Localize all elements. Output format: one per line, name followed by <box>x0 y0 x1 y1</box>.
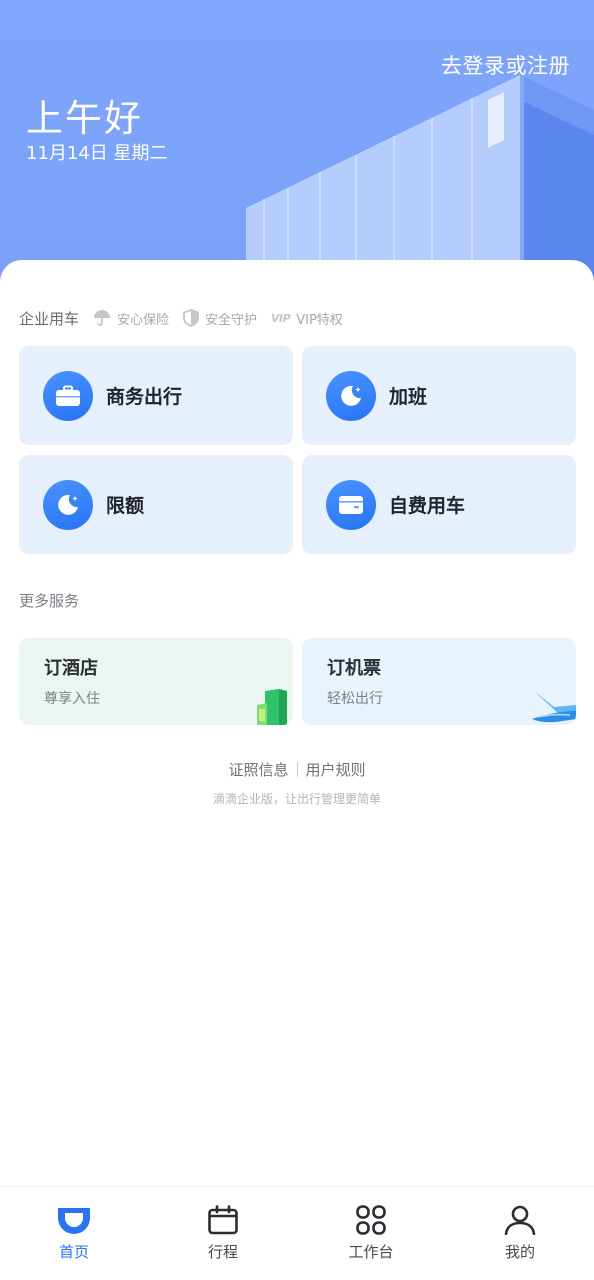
tab-workbench[interactable]: 工作台 <box>321 1205 421 1262</box>
hotel-building-icon <box>257 689 287 725</box>
moon-icon <box>43 479 93 530</box>
service-business-travel[interactable]: 商务出行 <box>19 346 293 445</box>
service-self-pay[interactable]: 自费用车 <box>302 455 576 554</box>
shield-icon <box>183 309 199 327</box>
bottom-tab-bar: 首页 行程 工作台 我的 <box>0 1186 594 1280</box>
tab-label: 我的 <box>504 1243 535 1261</box>
tag-safety: 安全守护 <box>183 309 257 328</box>
more-services-title: 更多服务 <box>19 592 80 610</box>
apps-grid-icon <box>356 1205 386 1235</box>
license-info-link[interactable]: 证照信息 <box>228 759 288 780</box>
user-icon <box>504 1205 536 1235</box>
service-overtime[interactable]: 加班 <box>302 346 576 445</box>
tag-insurance: 安心保险 <box>93 309 169 328</box>
footer-divider <box>296 762 298 777</box>
card-icon <box>326 479 376 530</box>
tag-vip-label: VIP特权 <box>296 312 343 328</box>
vip-icon: VIP <box>271 311 291 325</box>
user-rules-link[interactable]: 用户规则 <box>306 759 366 780</box>
footer-links: 证照信息 用户规则 <box>0 759 594 780</box>
tab-label: 工作台 <box>348 1243 394 1261</box>
briefcase-icon <box>43 370 93 421</box>
hotel-card-title: 订酒店 <box>44 658 98 679</box>
tag-safety-label: 安全守护 <box>205 312 258 328</box>
umbrella-icon <box>94 310 111 326</box>
hotel-booking-card[interactable]: 订酒店 尊享入住 <box>19 638 293 725</box>
tab-trips[interactable]: 行程 <box>173 1205 273 1262</box>
date-text: 11月14日 星期二 <box>26 143 168 164</box>
header-banner: 去登录或注册 上午好 11月14日 星期二 <box>0 0 594 300</box>
tab-mine[interactable]: 我的 <box>470 1205 570 1262</box>
tag-vip: VIP VIP特权 <box>271 309 343 328</box>
tab-label: 首页 <box>58 1243 89 1261</box>
home-icon <box>58 1208 90 1234</box>
service-quota[interactable]: 限额 <box>19 455 293 554</box>
flight-booking-card[interactable]: 订机票 轻松出行 <box>302 638 576 725</box>
feature-tagline: 企业用车 安心保险 安全守护 VIP VIP特权 <box>19 305 357 331</box>
tagline-title: 企业用车 <box>19 309 80 328</box>
service-label: 自费用车 <box>389 495 466 517</box>
login-register-link[interactable]: 去登录或注册 <box>441 50 570 80</box>
app-screen: 去登录或注册 上午好 11月14日 星期二 企业用车 安心保险 安全守护 VIP… <box>0 0 594 1280</box>
airplane-icon <box>532 691 576 723</box>
calendar-icon <box>208 1205 238 1235</box>
flight-card-title: 订机票 <box>327 658 381 679</box>
moon-icon <box>326 370 376 421</box>
service-label: 加班 <box>389 386 428 408</box>
service-label: 限额 <box>106 495 145 517</box>
tag-insurance-label: 安心保险 <box>117 312 170 328</box>
service-label: 商务出行 <box>106 386 183 408</box>
tab-label: 行程 <box>207 1243 238 1261</box>
footer-slogan: 滴滴企业版，让出行管理更简单 <box>212 792 381 806</box>
greeting-text: 上午好 <box>26 97 143 140</box>
tab-home[interactable]: 首页 <box>24 1205 124 1262</box>
